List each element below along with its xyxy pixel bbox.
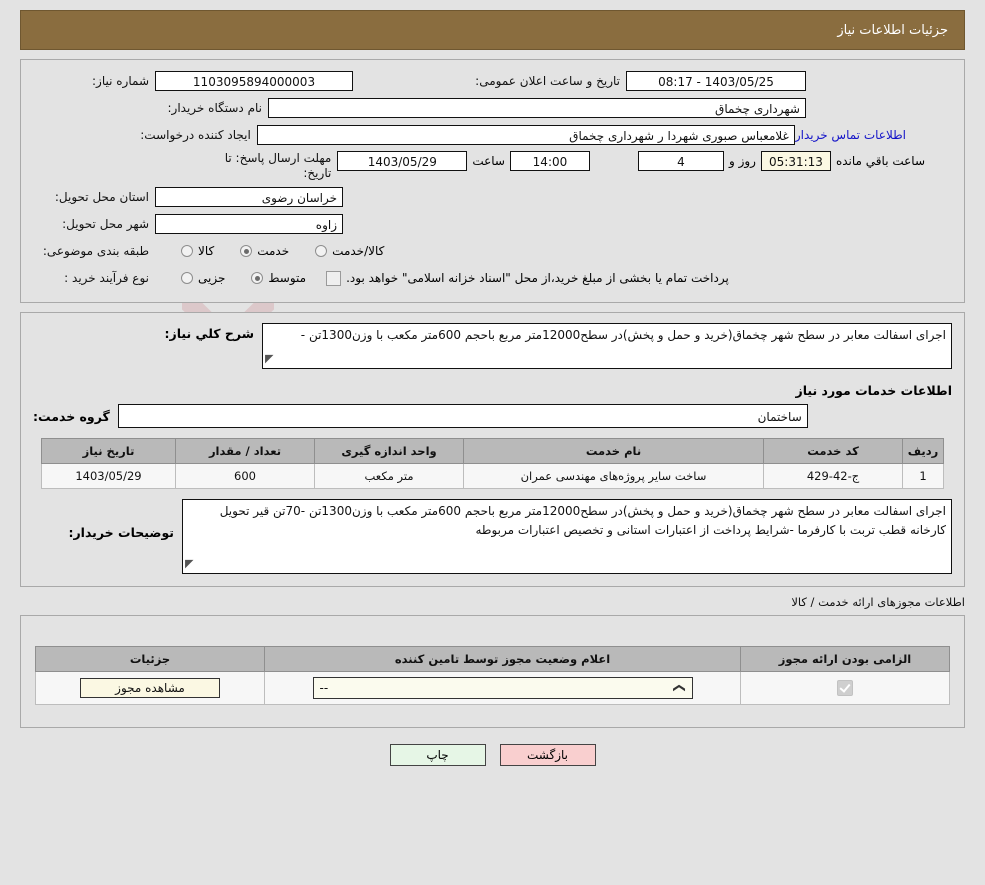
row-response-deadline: ساعت باقي مانده 05:31:13 روز و 4 14:00 س… <box>31 151 954 181</box>
city-label: شهر محل تحویل: <box>62 217 149 231</box>
col-permit-details: جزئیات <box>35 646 265 672</box>
row-request-creator: اطلاعات تماس خریدار غلامعباس صبوری شهردا… <box>31 124 954 146</box>
need-number-label: شماره نیاز: <box>92 74 149 88</box>
permit-status-select[interactable]: ❯ -- <box>312 677 693 699</box>
radio-process-minor[interactable]: جزیی <box>181 271 225 285</box>
hours-remaining-label: ساعت باقي مانده <box>835 154 925 168</box>
treasury-note-label: پرداخت تمام یا بخشی از مبلغ خرید،از محل … <box>346 271 729 285</box>
cell-need-date: 1403/05/29 <box>41 463 176 489</box>
service-group-value: ساختمان <box>117 404 808 428</box>
view-permit-button[interactable]: مشاهده مجوز <box>80 678 220 698</box>
cell-permit-details: مشاهده مجوز <box>35 671 265 705</box>
table-row: 1 ج-42-429 ساخت سایر پروژه‌های مهندسی عم… <box>41 463 944 489</box>
province-value: خراسان رضوی <box>155 187 343 207</box>
col-permit-status: اعلام وضعیت مجوز توسط تامین کننده <box>264 646 741 672</box>
table-header-row: الزامی بودن ارائه مجوز اعلام وضعیت مجوز … <box>35 646 950 672</box>
buyer-notes-text: اجرای اسفالت معابر در سطح شهر چخماق(خرید… <box>219 504 946 537</box>
footer-actions: بازگشت چاپ <box>0 744 985 766</box>
cell-service-code: ج-42-429 <box>763 463 903 489</box>
time-remaining-value: 05:31:13 <box>760 151 831 171</box>
resize-grip-icon[interactable]: ◥ <box>185 554 193 573</box>
radio-circle-icon[interactable] <box>251 272 264 284</box>
cell-unit: متر مکعب <box>314 463 464 489</box>
radio-circle-icon[interactable] <box>181 245 193 257</box>
request-creator-value: غلامعباس صبوری شهردا ر شهرداری چخماق <box>256 125 795 145</box>
service-group-label: گروه خدمت: <box>33 408 110 424</box>
resize-grip-icon[interactable]: ◥ <box>265 349 273 368</box>
col-need-date: تاریخ نیاز <box>41 438 176 464</box>
page-header: جزئیات اطلاعات نیاز <box>20 10 965 50</box>
radio-category-goods-label: کالا <box>198 244 215 258</box>
general-description-label: شرح كلي نياز: <box>164 326 254 341</box>
row-process-type: پرداخت تمام یا بخشی از مبلغ خرید،از محل … <box>31 267 954 289</box>
chevron-down-icon: ❯ <box>673 682 688 694</box>
permit-required-checkbox <box>837 680 853 696</box>
city-value: زاوه <box>155 214 343 234</box>
process-type-label: نوع فرآیند خرید : <box>64 271 149 285</box>
back-button[interactable]: بازگشت <box>499 744 596 766</box>
row-need-number: 1403/05/25 - 08:17 تاریخ و ساعت اعلان عم… <box>31 70 954 92</box>
row-city: زاوه شهر محل تحویل: <box>31 213 954 235</box>
category-label: طبقه بندی موضوعی: <box>42 244 149 258</box>
radio-category-service-label: خدمت <box>257 244 290 258</box>
col-service-name: نام خدمت <box>463 438 764 464</box>
radio-circle-icon[interactable] <box>315 245 328 257</box>
permits-heading: اطلاعات مجوزهای ارائه خدمت / کالا <box>791 595 965 609</box>
permits-table: الزامی بودن ارائه مجوز اعلام وضعیت مجوز … <box>35 646 950 705</box>
page-title: جزئیات اطلاعات نیاز <box>837 22 948 38</box>
days-remaining-value: 4 <box>637 151 724 171</box>
col-permit-required: الزامی بودن ارائه مجوز <box>740 646 950 672</box>
col-quantity: تعداد / مقدار <box>175 438 315 464</box>
cell-permit-status: ❯ -- <box>264 671 741 705</box>
radio-category-goods-service[interactable]: کالا/خدمت <box>315 244 384 258</box>
print-button[interactable]: چاپ <box>389 744 486 766</box>
radio-category-goods-service-label: کالا/خدمت <box>332 244 385 258</box>
hour-label: ساعت <box>472 154 505 168</box>
radio-category-service[interactable]: خدمت <box>240 244 289 258</box>
col-row: ردیف <box>902 438 944 464</box>
table-row: ❯ -- مشاهده مجوز <box>35 671 950 705</box>
cell-row: 1 <box>902 463 944 489</box>
request-creator-label: ایجاد کننده درخواست: <box>140 128 251 142</box>
services-section-title: اطلاعات خدمات مورد نیاز <box>795 383 953 398</box>
radio-circle-icon[interactable] <box>240 245 253 257</box>
services-table-wrap: ردیف کد خدمت نام خدمت واحد اندازه گیری ت… <box>41 438 944 489</box>
col-service-code: کد خدمت <box>763 438 903 464</box>
col-unit: واحد اندازه گیری <box>314 438 464 464</box>
radio-process-medium-label: متوسط <box>268 271 307 285</box>
cell-quantity: 600 <box>175 463 315 489</box>
row-category: کالا/خدمت خدمت کالا طبقه بندی موضوعی: <box>31 240 954 262</box>
general-description-text: اجرای اسفالت معابر در سطح شهر چخماق(خرید… <box>300 328 946 342</box>
cell-service-name: ساخت سایر پروژه‌های مهندسی عمران <box>463 463 764 489</box>
response-deadline-label: مهلت ارسال پاسخ: تا تاریخ: <box>224 151 332 180</box>
row-province: خراسان رضوی استان محل تحویل: <box>31 186 954 208</box>
radio-process-medium[interactable]: متوسط <box>251 271 306 285</box>
permit-status-value: -- <box>319 681 329 695</box>
radio-circle-icon[interactable] <box>181 272 193 284</box>
radio-process-minor-label: جزیی <box>198 271 226 285</box>
radio-category-goods[interactable]: کالا <box>181 244 214 258</box>
cell-permit-required <box>740 671 950 705</box>
buyer-org-value: شهرداری چخماق <box>268 98 806 118</box>
public-announce-value: 1403/05/25 - 08:17 <box>626 71 806 91</box>
permits-panel: الزامی بودن ارائه مجوز اعلام وضعیت مجوز … <box>20 615 965 728</box>
buyer-notes-textarea[interactable]: اجرای اسفالت معابر در سطح شهر چخماق(خرید… <box>182 499 952 574</box>
need-info-panel: 1403/05/25 - 08:17 تاریخ و ساعت اعلان عم… <box>20 59 965 303</box>
need-number-value: 1103095894000003 <box>155 71 353 91</box>
services-panel: اجرای اسفالت معابر در سطح شهر چخماق(خرید… <box>20 312 965 587</box>
table-header-row: ردیف کد خدمت نام خدمت واحد اندازه گیری ت… <box>41 438 944 464</box>
province-label: استان محل تحویل: <box>54 190 149 204</box>
services-table: ردیف کد خدمت نام خدمت واحد اندازه گیری ت… <box>41 438 944 489</box>
buyer-contact-link[interactable]: اطلاعات تماس خریدار <box>795 128 906 142</box>
deadline-time-value: 14:00 <box>509 151 590 171</box>
treasury-checkbox[interactable] <box>326 270 342 286</box>
public-announce-label: تاریخ و ساعت اعلان عمومی: <box>475 74 620 88</box>
deadline-date-value: 1403/05/29 <box>337 151 468 171</box>
row-buyer-org: شهرداری چخماق نام دستگاه خریدار: <box>31 97 954 119</box>
buyer-notes-label: توضیحات خریدار: <box>68 525 174 540</box>
buyer-org-label: نام دستگاه خریدار: <box>167 101 263 115</box>
general-description-textarea[interactable]: اجرای اسفالت معابر در سطح شهر چخماق(خرید… <box>262 323 952 369</box>
day-and-label: روز و <box>728 154 756 168</box>
